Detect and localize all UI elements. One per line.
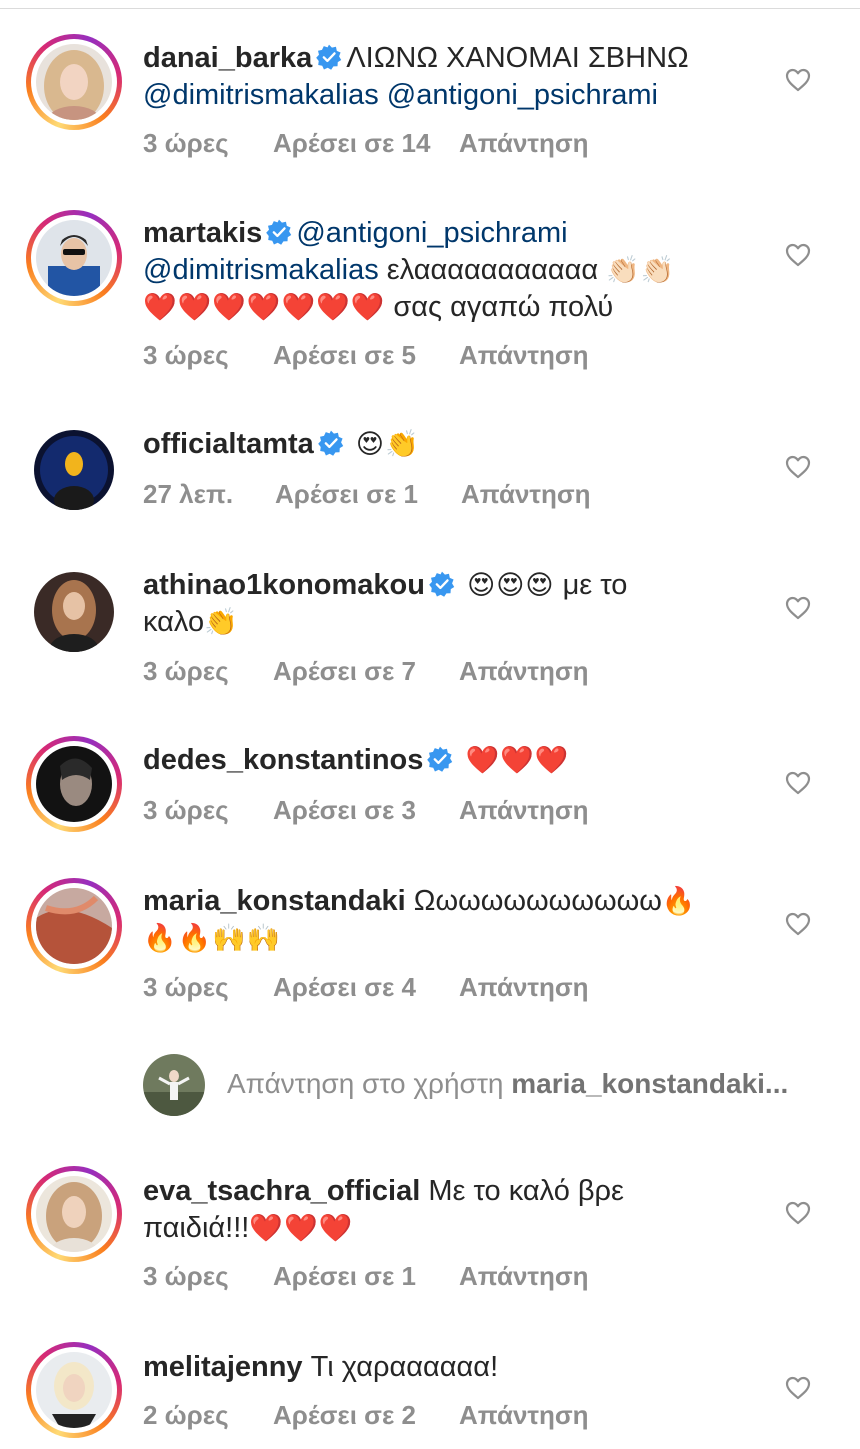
comment-text: ΛΙΩΝΩ ΧΑΝΟΜΑΙ ΣΒΗΝΩ [346, 42, 689, 74]
comment-emoji: 😍👏 [355, 429, 420, 459]
reply-button[interactable]: Απάντηση [459, 1261, 589, 1292]
comment-text: Ωωωωωωωωωωω [413, 885, 662, 917]
reply-input-row[interactable]: Απάντηση στο χρήστη maria_konstandaki... [143, 1054, 843, 1118]
likes-count[interactable]: Αρέσει σε 5 [273, 340, 459, 371]
like-heart-icon[interactable] [785, 455, 811, 479]
comment-time: 3 ώρες [143, 128, 229, 158]
reply-button[interactable]: Απάντηση [459, 1400, 589, 1431]
username[interactable]: martakis [143, 217, 262, 249]
comment-text: καλο [143, 606, 205, 638]
mention[interactable]: @dimitrismakalias [143, 254, 379, 286]
mention[interactable]: @antigoni_psichrami [296, 217, 567, 249]
comment-text: Τι χαραααααα! [310, 1351, 499, 1383]
heart-emojis: ❤️❤️❤️ [249, 1213, 354, 1243]
reply-button[interactable]: Απάντηση [459, 128, 589, 159]
verified-badge-icon [266, 219, 292, 245]
avatar[interactable] [36, 746, 112, 822]
clap-emoji: 👏🏻👏🏻 [606, 255, 676, 285]
reply-prefix: Απάντηση στο χρήστη [227, 1068, 512, 1099]
heart-emojis: ❤️❤️❤️❤️❤️❤️❤️ [143, 292, 386, 322]
like-heart-icon[interactable] [785, 1201, 811, 1225]
avatar[interactable] [36, 220, 112, 296]
reply-button[interactable]: Απάντηση [459, 972, 589, 1003]
username[interactable]: eva_tsachra_official [143, 1175, 420, 1207]
avatar-story-ring[interactable] [26, 878, 122, 974]
verified-badge-icon [429, 571, 455, 597]
likes-count[interactable]: Αρέσει σε 1 [273, 1261, 459, 1292]
reply-button[interactable]: Απάντηση [459, 656, 589, 687]
avatar[interactable] [36, 44, 112, 120]
username[interactable]: athinao1konomakou [143, 569, 425, 601]
comment-text: παιδιά!!! [143, 1212, 250, 1244]
avatar[interactable] [34, 572, 114, 652]
comment-text: σας αγαπώ πολύ [385, 291, 614, 323]
comment-time: 3 ώρες [143, 795, 229, 825]
comment-emoji: 🔥🔥🙌🙌 [143, 923, 282, 953]
username[interactable]: dedes_konstantinos [143, 744, 423, 776]
verified-badge-icon [427, 746, 453, 772]
username[interactable]: officialtamta [143, 428, 314, 460]
likes-count[interactable]: Αρέσει σε 1 [275, 479, 461, 510]
reply-button[interactable]: Απάντηση [459, 795, 589, 826]
avatar-story-ring[interactable] [26, 210, 122, 306]
verified-badge-icon [316, 44, 342, 70]
avatar-story-ring[interactable] [26, 1166, 122, 1262]
like-heart-icon[interactable] [785, 912, 811, 936]
comment-time: 3 ώρες [143, 340, 229, 370]
comment-time: 3 ώρες [143, 656, 229, 686]
avatar[interactable] [34, 430, 114, 510]
comment-text: ελααααααααααα [378, 254, 607, 286]
likes-count[interactable]: Αρέσει σε 4 [273, 972, 459, 1003]
fire-emoji: 🔥 [661, 886, 697, 916]
likes-count[interactable]: Αρέσει σε 3 [273, 795, 459, 826]
comment-text: Με το καλό βρε [428, 1175, 624, 1207]
reply-username: maria_konstandaki... [511, 1068, 789, 1099]
reply-button[interactable]: Απάντηση [461, 479, 591, 510]
likes-count[interactable]: Αρέσει σε 2 [273, 1400, 459, 1431]
heart-emojis: ❤️❤️❤️ [465, 745, 570, 775]
like-heart-icon[interactable] [785, 243, 811, 267]
username[interactable]: melitajenny [143, 1351, 303, 1383]
comment-time: 2 ώρες [143, 1400, 229, 1430]
like-heart-icon[interactable] [785, 596, 811, 620]
verified-badge-icon [318, 430, 344, 456]
mentions[interactable]: @dimitrismakalias @antigoni_psichrami [143, 77, 743, 114]
comment-time: 3 ώρες [143, 972, 229, 1002]
avatar [143, 1054, 205, 1116]
username[interactable]: danai_barka [143, 42, 312, 74]
reply-button[interactable]: Απάντηση [459, 340, 589, 371]
like-heart-icon[interactable] [785, 771, 811, 795]
avatar-story-ring[interactable] [26, 34, 122, 130]
like-heart-icon[interactable] [785, 68, 811, 92]
reply-to-label[interactable]: Απάντηση στο χρήστη maria_konstandaki... [227, 1068, 788, 1100]
avatar[interactable] [36, 1352, 112, 1428]
username[interactable]: maria_konstandaki [143, 885, 406, 917]
avatar-story-ring[interactable] [26, 1342, 122, 1438]
top-divider [0, 8, 860, 9]
comment-emoji: 😍😍😍 [467, 570, 555, 600]
avatar[interactable] [36, 888, 112, 964]
likes-count[interactable]: Αρέσει σε 14 [273, 128, 459, 159]
clap-emoji: 👏 [204, 607, 239, 637]
like-heart-icon[interactable] [785, 1376, 811, 1400]
avatar[interactable] [36, 1176, 112, 1252]
comment-time: 3 ώρες [143, 1261, 229, 1291]
avatar-story-ring[interactable] [26, 736, 122, 832]
likes-count[interactable]: Αρέσει σε 7 [273, 656, 459, 687]
comment-text: με το [554, 569, 628, 601]
comment-time: 27 λεπ. [143, 479, 234, 509]
